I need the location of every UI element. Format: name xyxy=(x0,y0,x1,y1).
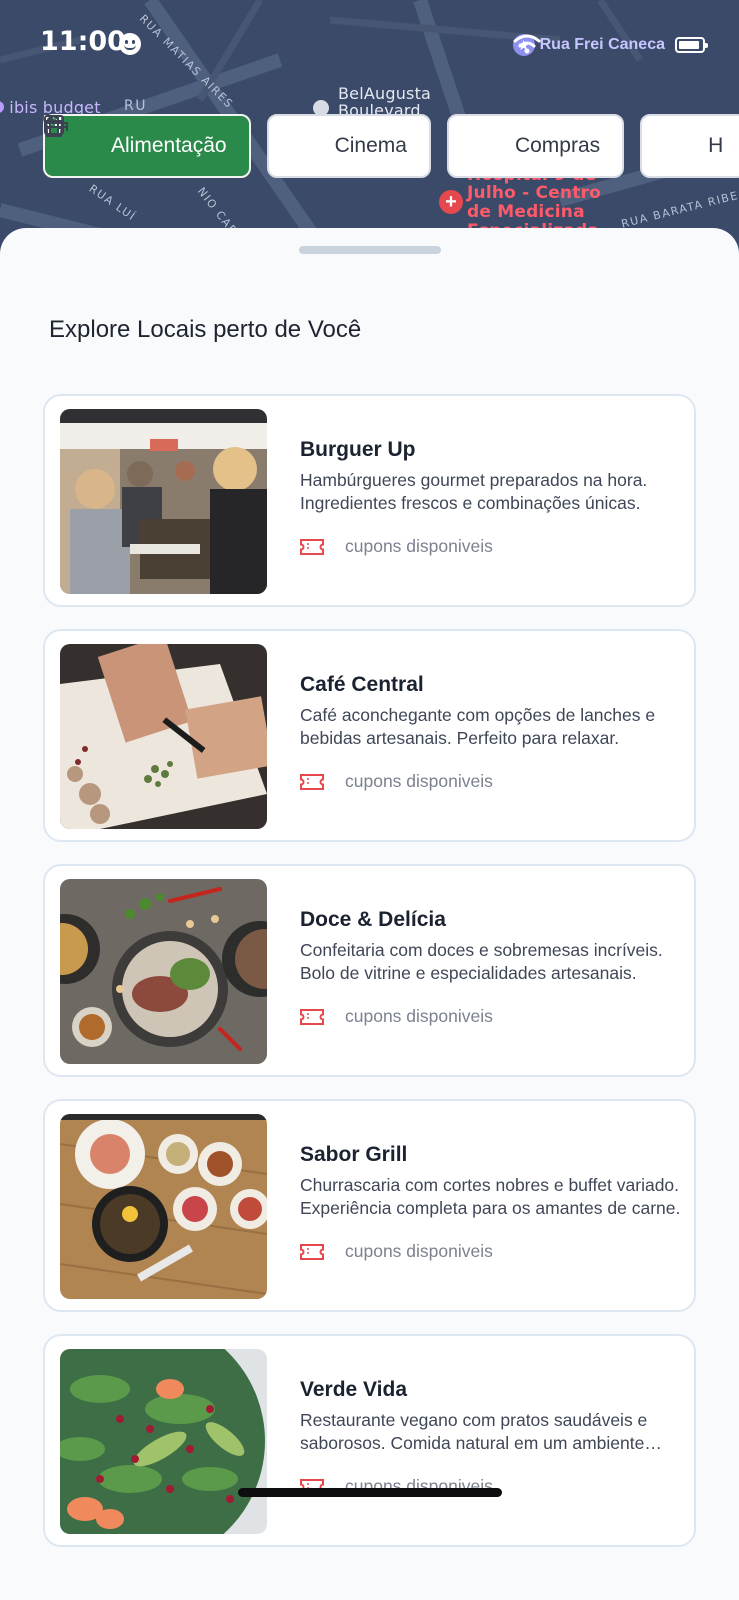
chip-label: Alimentação xyxy=(111,134,227,157)
place-description: Restaurante vegano com pratos saudáveis … xyxy=(300,1410,648,1453)
wifi-icon xyxy=(513,34,541,54)
category-chip-alimentacao[interactable]: Alimentação xyxy=(43,114,251,178)
place-photo xyxy=(60,409,267,594)
poi-hospital-line: de Medicina xyxy=(467,202,585,222)
status-time: 11:00 xyxy=(40,26,126,57)
place-name: Verde Vida xyxy=(300,1378,408,1401)
place-card[interactable]: Verde Vida Restaurante vegano com pratos… xyxy=(43,1334,696,1547)
place-photo xyxy=(60,644,267,829)
chip-label: Compras xyxy=(514,134,601,157)
coupon-info[interactable]: cupons disponiveis xyxy=(299,1006,493,1027)
battery-icon xyxy=(675,37,708,53)
hospital-pin-icon[interactable]: + xyxy=(439,190,463,214)
place-card[interactable]: Café Central Café aconchegante com opçõe… xyxy=(43,629,696,842)
place-name: Sabor Grill xyxy=(300,1143,408,1166)
place-name: Burguer Up xyxy=(300,438,416,461)
poi-hospital-line: Julho - Centro xyxy=(467,183,602,203)
coupon-label: cupons disponiveis xyxy=(345,771,493,791)
category-chip-hospedagem[interactable]: H xyxy=(44,114,739,178)
place-name: Doce & Delícia xyxy=(300,908,446,931)
map-view[interactable]: RUA MATIAS AIRES RUA LUÍ NIO CAR RUA BAR… xyxy=(0,0,739,260)
coupon-info[interactable]: cupons disponiveis xyxy=(299,771,493,792)
ticket-icon xyxy=(300,1243,324,1260)
smiley-icon xyxy=(119,33,141,55)
place-card[interactable]: Sabor Grill Churrascaria com cortes nobr… xyxy=(43,1099,696,1312)
coupon-label: cupons disponiveis xyxy=(345,1241,493,1261)
sheet-drag-handle[interactable] xyxy=(299,246,441,254)
hotel-pin-icon xyxy=(0,101,4,113)
place-photo xyxy=(60,879,267,1064)
sheet-title: Explore Locais perto de Você xyxy=(49,316,362,343)
bed-icon xyxy=(44,118,692,158)
film-icon xyxy=(44,115,319,158)
ticket-icon xyxy=(300,773,324,790)
category-chip-compras[interactable]: Compras xyxy=(45,114,625,178)
home-indicator[interactable] xyxy=(238,1488,502,1497)
chip-label: Cinema xyxy=(334,134,407,157)
ticket-icon xyxy=(300,538,324,555)
location-chip-label: Rua Frei Caneca xyxy=(539,36,665,53)
place-card[interactable]: Doce & Delícia Confeitaria com doces e s… xyxy=(43,864,696,1077)
places-sheet: Explore Locais perto de Você Burguer Up xyxy=(0,228,739,1600)
coupon-label: cupons disponiveis xyxy=(345,536,493,556)
shopping-bag-icon xyxy=(45,115,499,158)
fork-knife-icon xyxy=(43,114,95,158)
coupon-info[interactable]: cupons disponiveis xyxy=(299,536,493,557)
coupon-label: cupons disponiveis xyxy=(345,1006,493,1026)
place-photo xyxy=(60,1349,267,1534)
place-description: Café aconchegante com opções de lanches … xyxy=(300,705,656,748)
status-right: ★ Rua Frei Caneca xyxy=(512,34,708,56)
place-description: Confeitaria com doces e sobremesas incrí… xyxy=(300,940,663,983)
coupon-info[interactable]: cupons disponiveis xyxy=(299,1241,493,1262)
place-name: Café Central xyxy=(300,673,424,696)
street-label: RU xyxy=(124,98,147,114)
place-description: Churrascaria com cortes nobres e buffet … xyxy=(300,1175,681,1218)
place-card[interactable]: Burguer Up Hambúrgueres gourmet preparad… xyxy=(43,394,696,607)
ticket-icon xyxy=(300,1008,324,1025)
category-chip-cinema[interactable]: Cinema xyxy=(44,114,431,178)
chip-label: H xyxy=(708,134,724,157)
category-chips: Alimentação Cinema Compras H xyxy=(43,114,739,178)
place-description: Hambúrgueres gourmet preparados na hora.… xyxy=(300,470,648,513)
place-photo xyxy=(60,1114,267,1299)
